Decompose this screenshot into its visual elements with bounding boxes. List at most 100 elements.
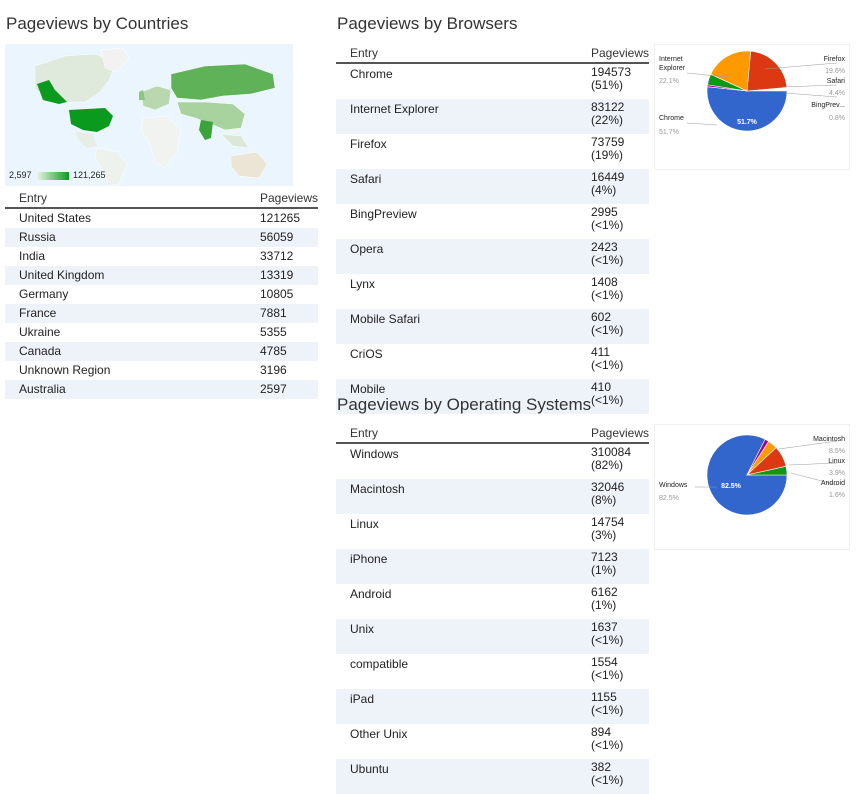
- pie-label-android: Android: [821, 480, 845, 487]
- table-row[interactable]: Safari 16449 (4%): [336, 169, 649, 204]
- row-entry: CriOS: [350, 347, 383, 361]
- row-pageviews: 14754 (3%): [577, 514, 649, 549]
- table-row[interactable]: Russia 56059: [5, 228, 318, 247]
- row-pageviews: 7881: [245, 304, 318, 323]
- row-entry: iPad: [336, 689, 577, 724]
- table-row[interactable]: Chrome 194573 (51%): [336, 63, 649, 99]
- row-pageviews: 10805: [259, 287, 294, 301]
- map-region-australia: [230, 151, 268, 179]
- table-row[interactable]: Android 6162 (1%): [336, 584, 649, 619]
- row-entry: Internet Explorer: [336, 99, 577, 134]
- os-pie-graphic: Macintosh 8.5% Linux 3.9% Android 1.6% W…: [659, 434, 846, 516]
- pie-label-linux: Linux: [828, 458, 845, 465]
- browsers-pie-graphic: Internet Explorer 22.1% Firefox 19.6% Sa…: [659, 50, 846, 136]
- row-pageviews-percent: (3%): [590, 528, 617, 542]
- pie-label-safari: Safari: [827, 78, 846, 85]
- row-pageviews: 2995 (<1%): [577, 204, 649, 239]
- table-row[interactable]: Mobile Safari 602 (<1%): [336, 309, 649, 344]
- row-pageviews: 1408 (<1%): [577, 274, 649, 309]
- pie-value-firefox: 19.6%: [825, 68, 845, 75]
- row-entry: Ukraine: [19, 325, 61, 339]
- table-row[interactable]: Australia 2597: [5, 380, 318, 399]
- pie-value-linux: 3.9%: [829, 470, 845, 477]
- row-pageviews-percent: (22%): [590, 113, 623, 127]
- map-region-united-states: [69, 108, 113, 132]
- pie-label-bingpreview: BingPrev...: [811, 102, 845, 109]
- os-pie-chart[interactable]: Macintosh 8.5% Linux 3.9% Android 1.6% W…: [654, 424, 850, 550]
- row-entry: BingPreview: [350, 207, 417, 221]
- row-entry: India: [19, 249, 46, 263]
- table-row[interactable]: Other Unix 894 (<1%): [336, 724, 649, 759]
- table-row[interactable]: Firefox 73759 (19%): [336, 134, 649, 169]
- table-row[interactable]: iPad 1155 (<1%): [336, 689, 649, 724]
- table-row[interactable]: United Kingdom 13319: [5, 266, 318, 285]
- row-pageviews-percent: (1%): [590, 598, 617, 612]
- row-pageviews-percent: (<1%): [590, 738, 624, 752]
- table-row[interactable]: iPhone 7123 (1%): [336, 549, 649, 584]
- row-pageviews: 56059: [245, 228, 318, 247]
- table-row[interactable]: Linux 14754 (3%): [336, 514, 649, 549]
- column-header-pageviews[interactable]: Pageviews: [576, 45, 649, 64]
- row-pageviews-percent: (1%): [590, 563, 617, 577]
- table-row[interactable]: United States 121265: [5, 208, 318, 228]
- map-region-russia: [170, 63, 276, 101]
- row-pageviews: 73759 (19%): [577, 134, 649, 169]
- row-entry: Australia: [5, 380, 246, 399]
- row-pageviews: 6162 (1%): [577, 584, 649, 619]
- table-header-row: Entry Pageviews: [5, 190, 318, 209]
- map-legend-min: 2,597: [9, 170, 32, 180]
- table-row[interactable]: Lynx 1408 (<1%): [336, 274, 649, 309]
- pie-value-android: 1.6%: [829, 492, 845, 499]
- row-pageviews: 602 (<1%): [576, 309, 649, 344]
- row-entry: Windows: [350, 447, 399, 461]
- map-legend-gradient: [37, 172, 69, 180]
- pie-label-ie-line2: Explorer: [659, 65, 686, 72]
- table-row[interactable]: France 7881: [5, 304, 318, 323]
- os-title: Pageviews by Operating Systems: [337, 395, 592, 414]
- row-pageviews-percent: (<1%): [590, 358, 624, 372]
- table-row[interactable]: Macintosh 32046 (8%): [336, 479, 649, 514]
- row-pageviews: 4785: [245, 342, 318, 361]
- row-entry: Mobile Safari: [336, 309, 577, 344]
- world-map[interactable]: [5, 44, 293, 186]
- pie-label-ie-line1: Internet: [659, 56, 683, 63]
- map-region-india: [199, 120, 213, 140]
- column-header-entry[interactable]: Entry: [336, 45, 577, 64]
- pie-value-bingpreview: 0.8%: [829, 115, 845, 122]
- table-row[interactable]: Opera 2423 (<1%): [336, 239, 649, 274]
- pie-label-windows: Windows: [659, 482, 688, 489]
- table-row[interactable]: Unix 1637 (<1%): [336, 619, 649, 654]
- row-entry: United Kingdom: [5, 266, 246, 285]
- table-row[interactable]: CriOS 411 (<1%): [336, 344, 649, 379]
- pie-value-ie: 22.1%: [659, 78, 679, 85]
- browsers-pie-chart[interactable]: Internet Explorer 22.1% Firefox 19.6% Sa…: [654, 44, 850, 170]
- countries-title: Pageviews by Countries: [6, 14, 189, 33]
- row-entry: Opera: [336, 239, 577, 274]
- column-header-pageviews[interactable]: Pageviews: [576, 425, 649, 444]
- table-row[interactable]: compatible 1554 (<1%): [336, 654, 649, 689]
- table-row[interactable]: India 33712: [5, 247, 318, 266]
- table-row[interactable]: Germany 10805: [5, 285, 318, 304]
- table-row[interactable]: BingPreview 2995 (<1%): [336, 204, 649, 239]
- column-header-entry[interactable]: Entry: [336, 425, 577, 444]
- row-entry: Safari: [336, 169, 577, 204]
- table-row[interactable]: Canada 4785: [5, 342, 318, 361]
- row-entry: Russia: [5, 228, 246, 247]
- row-pageviews-percent: (<1%): [590, 218, 624, 232]
- row-pageviews: 83122 (22%): [576, 99, 649, 134]
- column-header-pageviews[interactable]: Pageviews: [245, 190, 318, 209]
- table-header-row: Entry Pageviews: [336, 425, 649, 444]
- column-header-entry[interactable]: Entry: [5, 190, 246, 209]
- table-row[interactable]: Ukraine 5355: [5, 323, 318, 342]
- table-row[interactable]: Unknown Region 3196: [5, 361, 318, 380]
- pie-label-chrome: Chrome: [659, 115, 684, 122]
- pie-value-macintosh: 8.5%: [829, 448, 845, 455]
- table-row[interactable]: Windows 310084 (82%): [336, 443, 649, 479]
- table-header-row: Entry Pageviews: [336, 45, 649, 64]
- row-pageviews: 3196: [259, 363, 287, 377]
- table-row[interactable]: Internet Explorer 83122 (22%): [336, 99, 649, 134]
- map-region-south-america: [94, 147, 128, 186]
- pie-slice-internet-explorer[interactable]: [746, 50, 788, 92]
- row-pageviews: 16449 (4%): [576, 169, 649, 204]
- row-pageviews-percent: (<1%): [590, 288, 624, 302]
